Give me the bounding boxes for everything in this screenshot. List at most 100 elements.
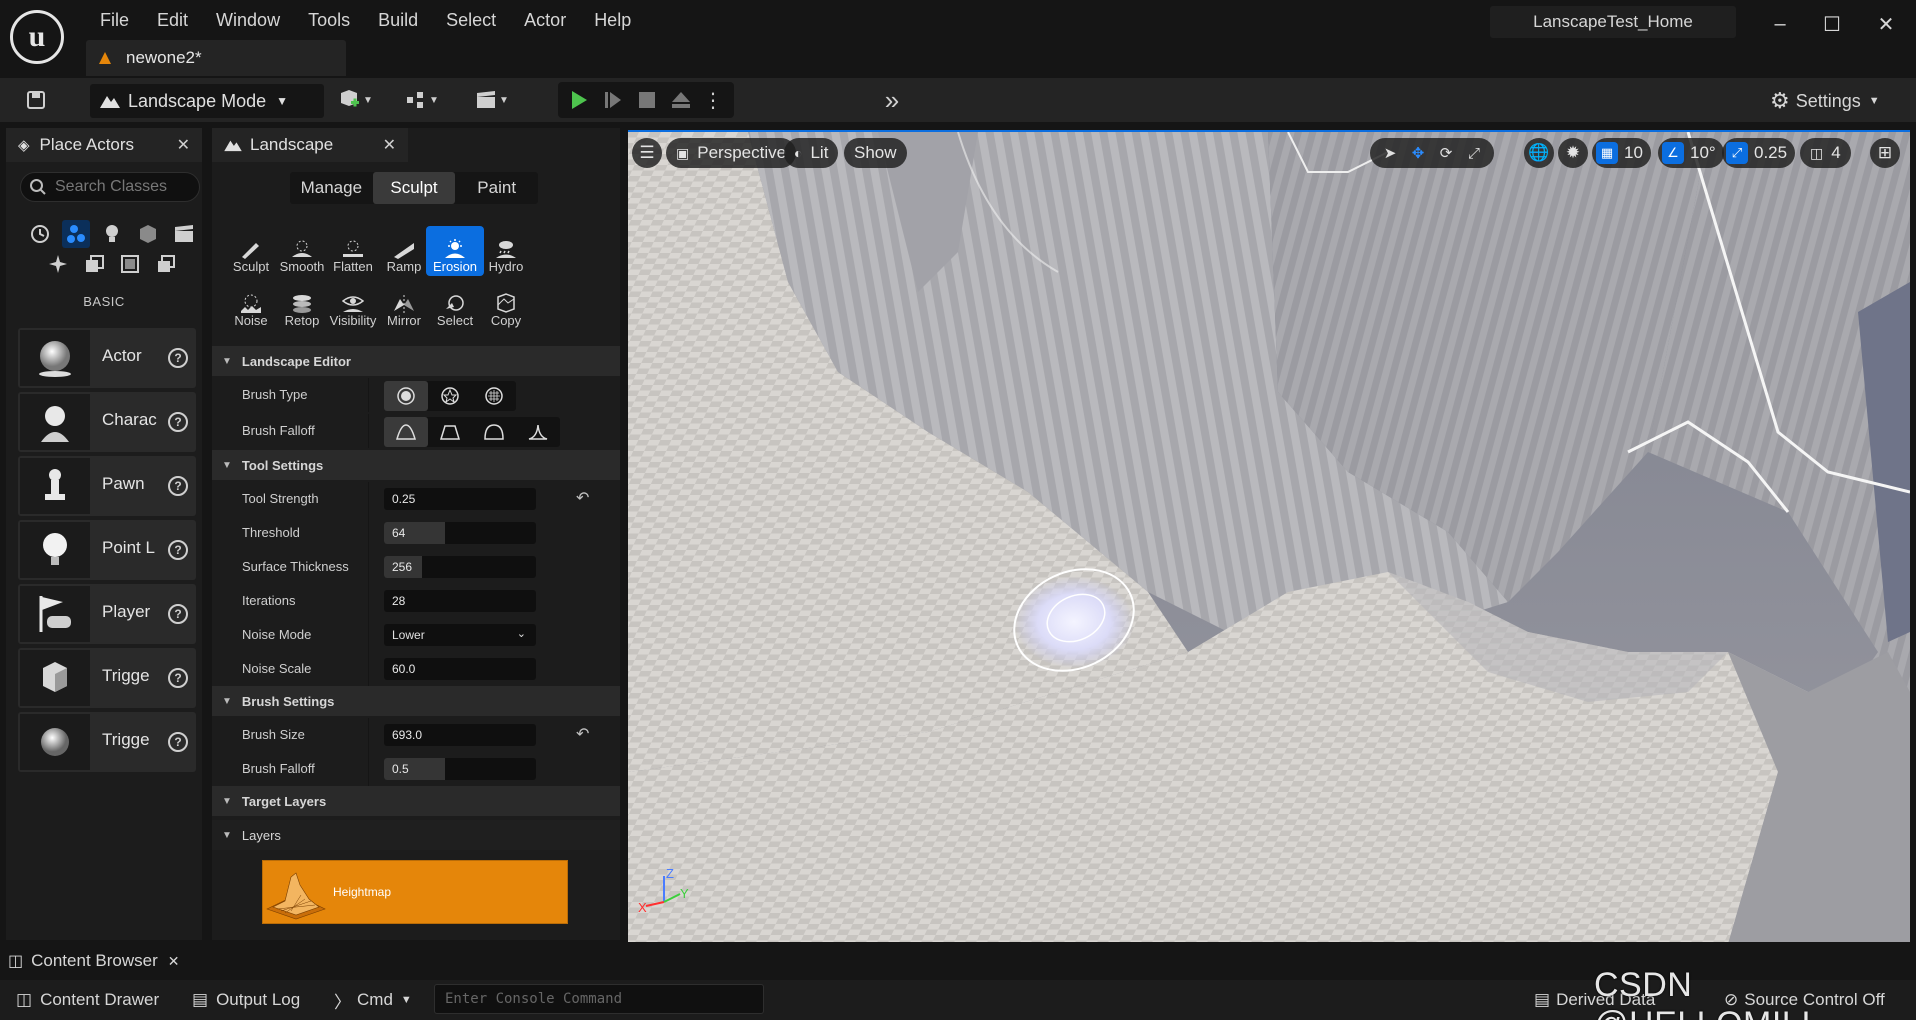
actor-item[interactable]: Trigge ?: [18, 648, 196, 708]
tool-smooth[interactable]: Smooth: [273, 226, 331, 276]
rotate-icon[interactable]: ⟳: [1432, 140, 1460, 166]
menu-tools[interactable]: Tools: [294, 6, 364, 35]
menu-build[interactable]: Build: [364, 6, 432, 35]
unreal-logo-icon[interactable]: u: [10, 10, 64, 64]
shapes-icon[interactable]: [134, 220, 162, 248]
lit-button[interactable]: ◐ Lit: [784, 138, 839, 168]
landscape-tab[interactable]: Landscape ✕: [212, 128, 408, 162]
scale-snap-button[interactable]: ⤢ 0.25: [1722, 138, 1796, 168]
camera-speed-button[interactable]: ◫ 4: [1800, 138, 1851, 168]
section-target-layers[interactable]: ▼ Target Layers: [212, 786, 620, 816]
tab-paint[interactable]: Paint: [455, 172, 538, 204]
scale-icon[interactable]: ⤢: [1460, 140, 1488, 166]
tool-select[interactable]: Select: [426, 280, 484, 330]
translate-icon[interactable]: ✥: [1404, 140, 1432, 166]
smooth-falloff-icon[interactable]: [384, 417, 428, 447]
reset-icon[interactable]: ↶: [576, 488, 589, 508]
menu-file[interactable]: File: [86, 6, 143, 35]
perspective-button[interactable]: ▣ Perspective: [666, 138, 797, 168]
menu-actor[interactable]: Actor: [510, 6, 580, 35]
brush-falloff-field[interactable]: 0.5: [384, 758, 536, 780]
noise-scale-field[interactable]: 60.0: [384, 658, 536, 680]
tool-strength-field[interactable]: 0.25: [384, 488, 536, 510]
brush-size-field[interactable]: 693.0: [384, 724, 536, 746]
viewport-options-icon[interactable]: ☰: [632, 138, 662, 168]
close-icon[interactable]: ✕: [383, 135, 396, 155]
visual-effects-icon[interactable]: [44, 250, 72, 278]
actor-item[interactable]: Pawn ?: [18, 456, 196, 516]
volumes-icon[interactable]: [80, 250, 108, 278]
recent-icon[interactable]: [26, 220, 54, 248]
section-layers[interactable]: ▼ Layers: [212, 820, 620, 850]
tip-falloff-icon[interactable]: [516, 417, 560, 447]
stop-icon[interactable]: [632, 82, 662, 118]
help-icon[interactable]: ?: [168, 732, 188, 752]
level-viewport[interactable]: ☰ ▣ Perspective ◐ Lit Show ➤ ✥ ⟳ ⤢ 🌐 ✹ ▦…: [628, 130, 1910, 942]
tool-ramp[interactable]: Ramp: [375, 226, 433, 276]
heightmap-layer[interactable]: Heightmap: [262, 860, 568, 924]
rotation-snap-button[interactable]: ∠ 10°: [1658, 138, 1724, 168]
world-local-icon[interactable]: 🌐: [1524, 138, 1554, 168]
geometry-icon[interactable]: [152, 250, 180, 278]
search-classes-input[interactable]: Search Classes: [20, 172, 200, 202]
tool-erosion[interactable]: Erosion: [426, 226, 484, 276]
content-drawer-button[interactable]: ◫ Content Drawer: [16, 986, 159, 1014]
reset-icon[interactable]: ↶: [576, 724, 589, 744]
help-icon[interactable]: ?: [168, 540, 188, 560]
tool-copy[interactable]: Copy: [477, 280, 535, 330]
tab-sculpt[interactable]: Sculpt: [372, 172, 456, 204]
help-icon[interactable]: ?: [168, 668, 188, 688]
section-landscape-editor[interactable]: ▼ Landscape Editor: [212, 346, 620, 376]
viewport-layout-icon[interactable]: ⊞: [1870, 138, 1900, 168]
play-icon[interactable]: [564, 82, 594, 118]
tool-visibility[interactable]: Visibility: [324, 280, 382, 330]
close-icon[interactable]: ✕: [177, 135, 190, 155]
settings-button[interactable]: ⚙ Settings ▼: [1770, 84, 1880, 118]
menu-help[interactable]: Help: [580, 6, 645, 35]
pattern-brush-icon[interactable]: [472, 381, 516, 411]
blueprint-icon[interactable]: ▼: [398, 82, 446, 118]
all-classes-icon[interactable]: [116, 250, 144, 278]
surface-snap-icon[interactable]: ✹: [1558, 138, 1588, 168]
basic-icon[interactable]: [62, 220, 90, 248]
actor-item[interactable]: Actor ?: [18, 328, 196, 388]
select-mode-icon[interactable]: ➤: [1376, 140, 1404, 166]
help-icon[interactable]: ?: [168, 412, 188, 432]
content-browser-tab[interactable]: ◫ Content Browser ✕: [8, 946, 179, 976]
alpha-brush-icon[interactable]: [428, 381, 472, 411]
maximize-icon[interactable]: ☐: [1814, 10, 1850, 38]
lights-icon[interactable]: [98, 220, 126, 248]
menu-window[interactable]: Window: [202, 6, 294, 35]
surface-thickness-field[interactable]: 256: [384, 556, 536, 578]
minimize-icon[interactable]: –: [1762, 10, 1798, 38]
section-brush-settings[interactable]: ▼ Brush Settings: [212, 686, 620, 716]
console-command-input[interactable]: Enter Console Command: [434, 984, 764, 1014]
linear-falloff-icon[interactable]: [428, 417, 472, 447]
cmd-button[interactable]: 〉 Cmd ▼: [334, 986, 412, 1014]
cinematic-icon[interactable]: [170, 220, 198, 248]
tool-mirror[interactable]: Mirror: [375, 280, 433, 330]
expand-toolbar-icon[interactable]: »: [876, 82, 908, 118]
cinematics-icon[interactable]: ▼: [468, 82, 516, 118]
actor-item[interactable]: Charac ?: [18, 392, 196, 452]
help-icon[interactable]: ?: [168, 348, 188, 368]
tool-sculpt[interactable]: Sculpt: [222, 226, 280, 276]
more-options-icon[interactable]: ⋮: [698, 82, 728, 118]
tool-flatten[interactable]: Flatten: [324, 226, 382, 276]
section-tool-settings[interactable]: ▼ Tool Settings: [212, 450, 620, 480]
show-button[interactable]: Show: [844, 138, 907, 168]
add-content-icon[interactable]: ▼: [332, 82, 380, 118]
menu-select[interactable]: Select: [432, 6, 510, 35]
mode-select[interactable]: Landscape Mode ▼: [90, 84, 324, 118]
circle-brush-icon[interactable]: [384, 381, 428, 411]
step-icon[interactable]: [598, 82, 628, 118]
actor-item[interactable]: Trigge ?: [18, 712, 196, 772]
actor-item[interactable]: Point L ?: [18, 520, 196, 580]
tab-manage[interactable]: Manage: [290, 172, 373, 204]
output-log-button[interactable]: ▤ Output Log: [192, 986, 300, 1014]
actor-item[interactable]: Player ?: [18, 584, 196, 644]
place-actors-tab[interactable]: ◈ Place Actors ✕: [6, 128, 202, 162]
help-icon[interactable]: ?: [168, 476, 188, 496]
close-icon[interactable]: ✕: [168, 953, 180, 970]
close-window-icon[interactable]: ✕: [1868, 10, 1904, 38]
